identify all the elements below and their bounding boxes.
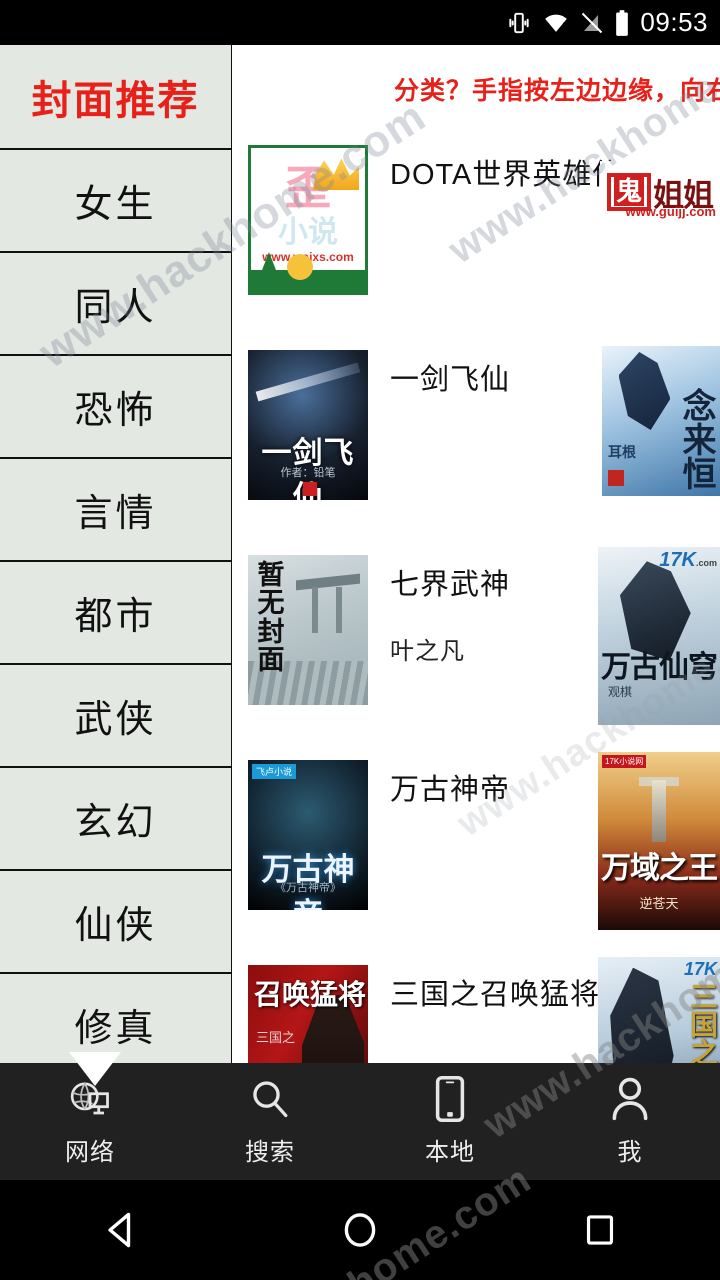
book-title[interactable]: 三国之召唤猛将	[390, 971, 600, 1013]
book-author: 叶之凡	[390, 638, 465, 665]
tree-icon	[259, 252, 279, 278]
sidebar-item-xuanhuan[interactable]: 玄幻	[0, 768, 231, 871]
cover-mid-char: 小说	[278, 216, 338, 249]
android-nav-bar[interactable]	[0, 1180, 720, 1280]
17k-brand-text: 17K	[659, 549, 696, 571]
sidebar-item-yanqing[interactable]: 言情	[0, 459, 231, 562]
book-list-item[interactable]: 暂无封面 七界武神 叶之凡 17K.com 万古仙穹 观棋	[232, 543, 720, 748]
person-icon	[607, 1076, 653, 1122]
tab-network[interactable]: 网络	[0, 1076, 180, 1167]
cover-title: 召唤猛将	[254, 979, 367, 1010]
book-meta: 三国之召唤猛将	[390, 965, 600, 1013]
sidebar-item-nvsheng[interactable]: 女生	[0, 150, 231, 253]
pavilion-pillar-decoration	[312, 587, 318, 633]
book-cover-image[interactable]: 暂无封面	[248, 555, 368, 705]
tab-local[interactable]: 本地	[360, 1076, 540, 1167]
sidebar-header: 封面推荐	[0, 45, 231, 150]
phone-screen: 09:53 封面推荐 女生 同人 恐怖 言情 都市 武侠 玄幻 仙侠 修真 分类…	[0, 0, 720, 1280]
book-meta: 万古神帝	[390, 760, 510, 808]
sidebar-item-xianxia[interactable]: 仙侠	[0, 871, 231, 974]
book-list-panel[interactable]: 分类？手指按左边边缘，向右 歪 小说 www.waixs.com DOTA世界英	[232, 45, 720, 1063]
signal-off-icon	[580, 9, 604, 37]
sidebar-item-dushi[interactable]: 都市	[0, 562, 231, 665]
book-cover-image[interactable]: 飞卢小说 万古神帝 《万古神帝》	[248, 760, 368, 910]
book-meta: 一剑飞仙	[390, 350, 510, 398]
guijj-url: www.guijj.com	[625, 204, 716, 219]
tab-search[interactable]: 搜索	[180, 1076, 360, 1167]
category-sidebar[interactable]: 封面推荐 女生 同人 恐怖 言情 都市 武侠 玄幻 仙侠 修真	[0, 45, 232, 1063]
cover-subtitle: 《万古神帝》	[275, 881, 341, 894]
cover-tag-decoration	[303, 482, 318, 496]
tab-label-network: 网络	[65, 1139, 115, 1166]
sidebar-item-xiuzhen[interactable]: 修真	[0, 974, 231, 1063]
book-title[interactable]: 万古神帝	[390, 766, 510, 808]
status-time: 09:53	[640, 7, 708, 37]
pavilion-pillar-decoration	[336, 587, 342, 633]
tab-label-local: 本地	[425, 1139, 475, 1166]
phone-icon	[427, 1076, 473, 1122]
pavilion-roof-decoration	[296, 573, 360, 591]
book-title[interactable]: 一剑飞仙	[390, 356, 510, 398]
tab-profile[interactable]: 我	[540, 1076, 720, 1167]
hint-banner: 分类？手指按左边边缘，向右	[394, 77, 720, 105]
ad-author: 耳根	[608, 444, 636, 460]
cursor-pointer-icon	[69, 1052, 121, 1086]
no-cover-text: 暂无封面	[257, 560, 285, 676]
guijj-kanji: 鬼	[613, 176, 644, 207]
back-button[interactable]	[80, 1200, 160, 1260]
17k-wanguxianqiong-ad[interactable]: 17K.com 万古仙穹 观棋	[598, 547, 720, 725]
book-meta: DOTA世界英雄传	[390, 145, 622, 193]
book-list[interactable]: 歪 小说 www.waixs.com DOTA世界英雄传 鬼	[232, 133, 720, 1063]
search-icon	[247, 1076, 293, 1122]
ad-figure-decoration	[618, 352, 671, 430]
sidebar-item-wuxia[interactable]: 武侠	[0, 665, 231, 768]
book-cover-image[interactable]: 歪 小说 www.waixs.com	[248, 145, 368, 295]
tab-label-search: 搜索	[245, 1139, 295, 1166]
ad-title: 万古仙穹	[601, 650, 718, 684]
tab-label-profile: 我	[617, 1139, 643, 1166]
sidebar-item-kongbu[interactable]: 恐怖	[0, 356, 231, 459]
ad-figure-decoration	[610, 967, 674, 1063]
17k-brand-logo: 17K	[683, 959, 717, 979]
app-body: 封面推荐 女生 同人 恐怖 言情 都市 武侠 玄幻 仙侠 修真 分类？手指按左边…	[0, 45, 720, 1063]
book-title[interactable]: 七界武神	[390, 561, 510, 603]
17k-sanguowuxian-ad[interactable]: 17K 三国之无限	[598, 957, 720, 1063]
recents-button[interactable]	[560, 1200, 640, 1260]
ad-author: 逆苍天	[639, 896, 679, 912]
sun-icon	[287, 254, 313, 280]
17k-brand-logo: 17K.com	[659, 549, 717, 572]
cover-subtitle: 作者：铅笔	[280, 467, 336, 479]
ad-band-label: 17K小说网	[602, 755, 647, 768]
book-cover-image[interactable]: 召唤猛将 三国之	[248, 965, 368, 1063]
sword-blade-decoration	[652, 780, 666, 843]
sword-slash-decoration	[255, 362, 361, 402]
ad-title: 万域之王	[601, 852, 718, 886]
cover-title: 万古神帝	[261, 852, 355, 910]
sidebar-item-tongren[interactable]: 同人	[0, 253, 231, 356]
book-meta: 七界武神 叶之凡	[390, 555, 510, 666]
guijj-ad[interactable]: 鬼 姐姐 www.guijj.com	[600, 161, 720, 223]
cover-band-label: 飞卢小说	[252, 764, 297, 779]
ad-author: 观棋	[608, 685, 633, 700]
book-cover-image[interactable]: 一剑飞仙 作者：铅笔	[248, 350, 368, 500]
wifi-warning-icon	[542, 9, 570, 37]
battery-icon	[614, 9, 630, 37]
wanyuzhiwang-ad[interactable]: 17K小说网 万域之王 逆苍天	[598, 752, 720, 930]
home-button[interactable]	[320, 1200, 400, 1260]
ad-stamp-decoration	[608, 470, 624, 486]
ad-title: 念来恒	[677, 388, 715, 490]
book-list-item[interactable]: 一剑飞仙 作者：铅笔 一剑飞仙 念来恒 耳根	[232, 338, 720, 543]
ad-title: 三国之无限	[687, 981, 718, 1063]
cover-subtitle: 三国之	[256, 1030, 296, 1045]
17k-brand-sub: .com	[695, 558, 717, 568]
status-bar: 09:53	[0, 0, 720, 45]
vibrate-icon	[506, 9, 532, 37]
book-list-item[interactable]: 歪 小说 www.waixs.com DOTA世界英雄传 鬼	[232, 133, 720, 338]
book-list-item[interactable]: 飞卢小说 万古神帝 《万古神帝》 万古神帝 17K小说网 万域之王 逆苍天	[232, 748, 720, 953]
book-title[interactable]: DOTA世界英雄传	[390, 151, 622, 193]
nianhen-ad[interactable]: 念来恒 耳根	[602, 346, 720, 496]
book-list-item[interactable]: 召唤猛将 三国之 三国之召唤猛将 17K 三国之无限	[232, 953, 720, 1063]
